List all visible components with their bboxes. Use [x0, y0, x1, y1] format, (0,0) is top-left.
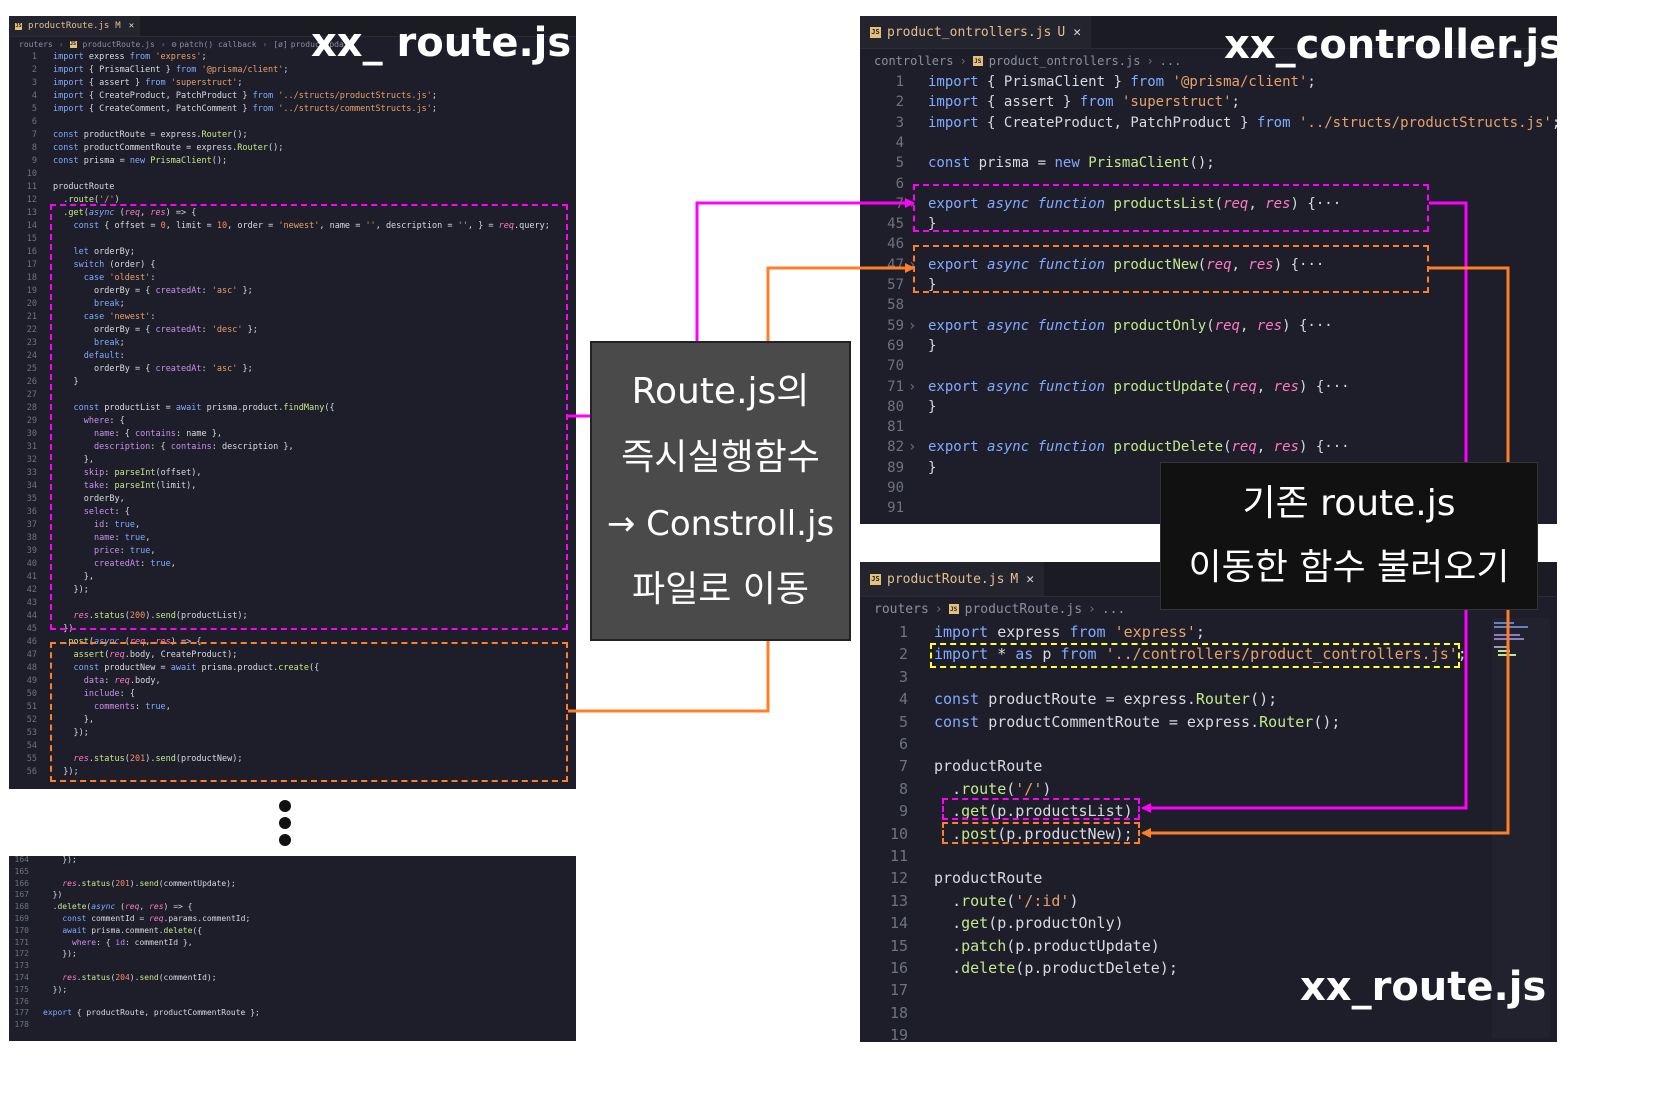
callout-line: → Constroll.js — [606, 504, 835, 544]
callout-line: 이동한 함수 불러오기 — [1188, 547, 1510, 588]
callout-line: 즉시실행함수 — [621, 437, 820, 478]
import-callout: 기존 route.js 이동한 함수 불러오기 — [1160, 462, 1538, 610]
callout-line: 기존 route.js — [1242, 483, 1456, 524]
move-function-callout: Route.js의 즉시실행함수 → Constroll.js 파일로 이동 — [590, 341, 851, 641]
callout-line: 파일로 이동 — [631, 569, 810, 610]
callout-line: Route.js의 — [631, 371, 810, 412]
